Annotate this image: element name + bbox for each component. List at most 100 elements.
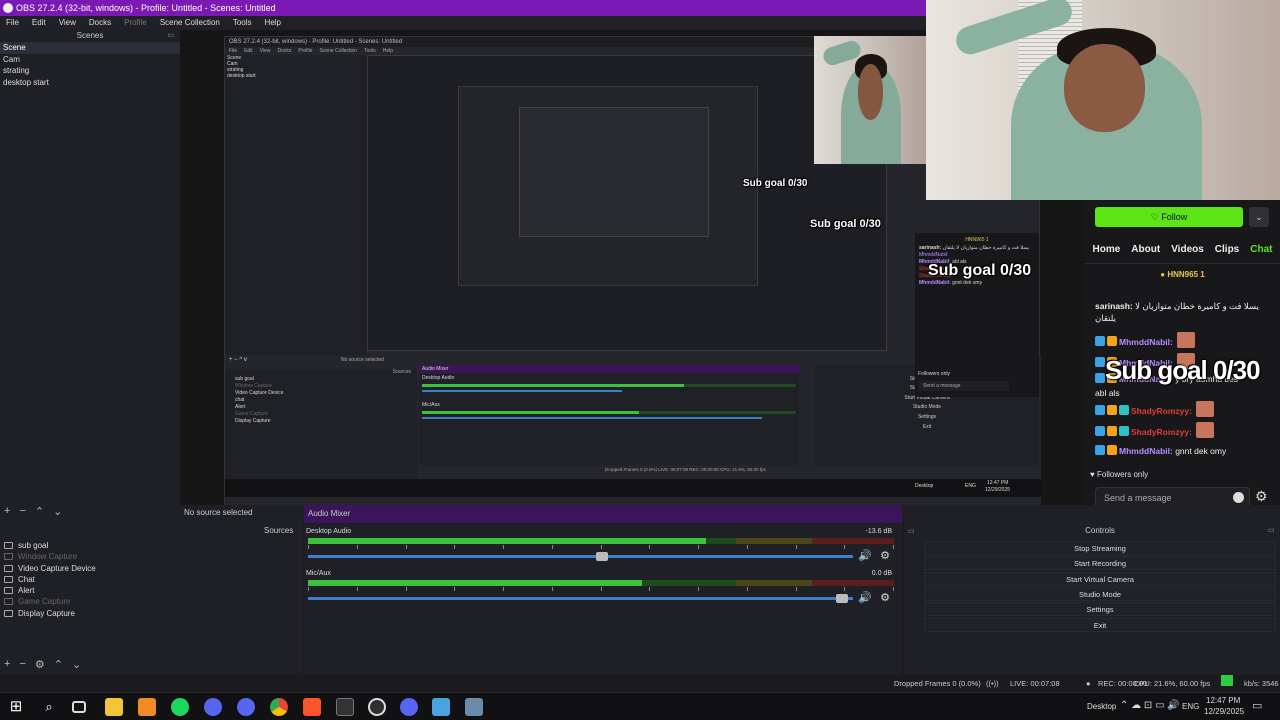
volume-meter bbox=[308, 538, 894, 544]
discord-icon[interactable] bbox=[237, 698, 255, 716]
badge-icon bbox=[1095, 336, 1105, 346]
discord-icon[interactable] bbox=[204, 698, 222, 716]
speaker-icon[interactable]: 🔊 bbox=[858, 549, 872, 562]
tab-clips[interactable]: Clips bbox=[1215, 240, 1239, 260]
scene-item-scene[interactable]: Scene bbox=[0, 42, 180, 54]
start-virtual-camera-button[interactable]: Start Virtual Camera bbox=[924, 572, 1276, 586]
tab-home[interactable]: Home bbox=[1093, 240, 1121, 260]
nested-chat-user: sarinash: bbox=[919, 245, 942, 251]
scene-item-desktop-start[interactable]: desktop start bbox=[0, 77, 180, 89]
nested-source: Display Capture bbox=[235, 418, 271, 424]
chat-settings-icon[interactable]: ⚙ bbox=[1255, 489, 1269, 503]
menu-file[interactable]: File bbox=[6, 16, 19, 30]
discord-icon[interactable] bbox=[400, 698, 418, 716]
menu-docks[interactable]: Docks bbox=[89, 16, 111, 30]
add-source-icon[interactable]: + bbox=[4, 658, 10, 671]
start-recording-button[interactable]: Start Recording bbox=[924, 556, 1276, 570]
speaker-icon[interactable]: 🔊 bbox=[858, 591, 872, 604]
chat-message: abl als bbox=[1095, 385, 1277, 401]
volume-slider[interactable] bbox=[308, 594, 853, 603]
nested-mixer: Audio Mixer Desktop Audio Mic/Aux bbox=[419, 365, 799, 465]
source-item[interactable]: Chat bbox=[0, 574, 303, 585]
remove-scene-icon[interactable]: − bbox=[19, 505, 25, 518]
app-icon[interactable] bbox=[465, 698, 483, 716]
chrome-icon[interactable] bbox=[270, 698, 288, 716]
notification-icon[interactable]: ▭ bbox=[1252, 699, 1262, 712]
tab-videos[interactable]: Videos bbox=[1171, 240, 1204, 260]
brave-icon[interactable] bbox=[303, 698, 321, 716]
file-explorer-icon[interactable] bbox=[105, 698, 123, 716]
move-up-icon[interactable]: ⌃ bbox=[35, 505, 44, 518]
chat-user: MhmddNabil: bbox=[1119, 446, 1173, 456]
app-icon[interactable] bbox=[336, 698, 354, 716]
badge-icon bbox=[1095, 405, 1105, 415]
nested-menu-item: Profile bbox=[298, 48, 313, 54]
rec-indicator-icon: ● bbox=[1086, 679, 1091, 688]
task-view-icon[interactable] bbox=[72, 701, 86, 713]
exit-button[interactable]: Exit bbox=[924, 618, 1276, 632]
source-item[interactable]: Display Capture bbox=[0, 608, 303, 619]
tab-chat[interactable]: Chat bbox=[1250, 240, 1272, 260]
source-label: Chat bbox=[18, 574, 35, 584]
badge-icon bbox=[1095, 373, 1105, 383]
dock-popout-icon[interactable]: ▭ bbox=[167, 30, 174, 42]
source-item[interactable]: Window Capture bbox=[0, 551, 303, 562]
explorer-window-icon[interactable] bbox=[432, 698, 450, 716]
scene-item-cam[interactable]: Cam bbox=[0, 54, 180, 66]
tray-icons[interactable]: ⌃ ☁ ⊡ ▭ 🔊 bbox=[1120, 700, 1180, 711]
slider-handle[interactable] bbox=[836, 594, 849, 603]
clock-time[interactable]: 12:47 PM bbox=[1206, 696, 1240, 705]
app-icon[interactable] bbox=[138, 698, 156, 716]
volume-slider[interactable] bbox=[308, 552, 853, 561]
scene-item-strating[interactable]: strating bbox=[0, 65, 180, 77]
source-item[interactable]: Alert bbox=[0, 585, 303, 596]
slider-handle[interactable] bbox=[596, 552, 609, 561]
menu-view[interactable]: View bbox=[59, 16, 76, 30]
studio-mode-button[interactable]: Studio Mode bbox=[924, 587, 1276, 601]
add-scene-icon[interactable]: + bbox=[4, 505, 10, 518]
chat-text: gnnt dek omy bbox=[1175, 446, 1227, 456]
chat-divider bbox=[1085, 263, 1280, 264]
move-up-icon[interactable]: ⌃ bbox=[54, 658, 63, 671]
windows-start-icon[interactable]: ⊞ bbox=[7, 698, 25, 716]
source-item[interactable]: Video Capture Device bbox=[0, 563, 303, 574]
scene-tools: + − ⌃ ⌄ bbox=[4, 505, 62, 518]
nested-chat: HNN965 1 sarinash: يسلا فت و كاميرة خطان… bbox=[915, 233, 1039, 397]
menu-profile[interactable]: Profile bbox=[124, 16, 147, 30]
followers-only-label: Followers only bbox=[1096, 470, 1149, 479]
window-title: OBS 27.2.4 (32-bit, windows) - Profile: … bbox=[16, 3, 276, 13]
follow-button[interactable]: ♡ Follow bbox=[1095, 207, 1243, 227]
nested-followers: Followers only bbox=[918, 371, 950, 377]
gear-icon[interactable]: ⚙ bbox=[880, 591, 890, 604]
source-item[interactable]: Game Capture bbox=[0, 596, 303, 607]
search-icon[interactable]: ⌕ bbox=[40, 698, 58, 716]
menu-tools[interactable]: Tools bbox=[233, 16, 252, 30]
settings-button[interactable]: Settings bbox=[924, 602, 1276, 616]
dock-popout-icon[interactable]: ▭ bbox=[908, 527, 915, 535]
emoji-icon[interactable] bbox=[1233, 492, 1244, 503]
nested-menu-item: Scene Collection bbox=[319, 48, 358, 54]
menu-edit[interactable]: Edit bbox=[32, 16, 46, 30]
tab-about[interactable]: About bbox=[1131, 240, 1160, 260]
menu-help[interactable]: Help bbox=[265, 16, 281, 30]
spotify-icon[interactable] bbox=[171, 698, 189, 716]
language-indicator[interactable]: ENG bbox=[1182, 702, 1199, 711]
live-time: LIVE: 00:07:08 bbox=[1010, 679, 1060, 688]
move-down-icon[interactable]: ⌄ bbox=[72, 658, 81, 671]
source-properties-icon[interactable]: ⚙ bbox=[35, 658, 45, 671]
source-label: Video Capture Device bbox=[18, 563, 96, 573]
dock-popout-icon[interactable]: ▭ bbox=[1268, 526, 1275, 534]
stop-streaming-button[interactable]: Stop Streaming bbox=[924, 541, 1276, 555]
follow-more-icon[interactable]: ⌄ bbox=[1249, 207, 1269, 227]
menu-scene-collection[interactable]: Scene Collection bbox=[160, 16, 220, 30]
move-down-icon[interactable]: ⌄ bbox=[53, 505, 62, 518]
clock-date[interactable]: 12/29/2025 bbox=[1204, 707, 1244, 716]
nested-meter bbox=[422, 384, 796, 387]
badge-icon bbox=[1107, 405, 1117, 415]
obs-icon[interactable] bbox=[368, 698, 386, 716]
source-item[interactable]: sub goal bbox=[0, 540, 303, 551]
desktop-toolbar[interactable]: Desktop bbox=[1087, 702, 1116, 711]
gear-icon[interactable]: ⚙ bbox=[880, 549, 890, 562]
nested-taskbar: Desktop ENG 12:47 PM 12/29/2025 bbox=[225, 479, 1041, 497]
remove-source-icon[interactable]: − bbox=[19, 658, 25, 671]
